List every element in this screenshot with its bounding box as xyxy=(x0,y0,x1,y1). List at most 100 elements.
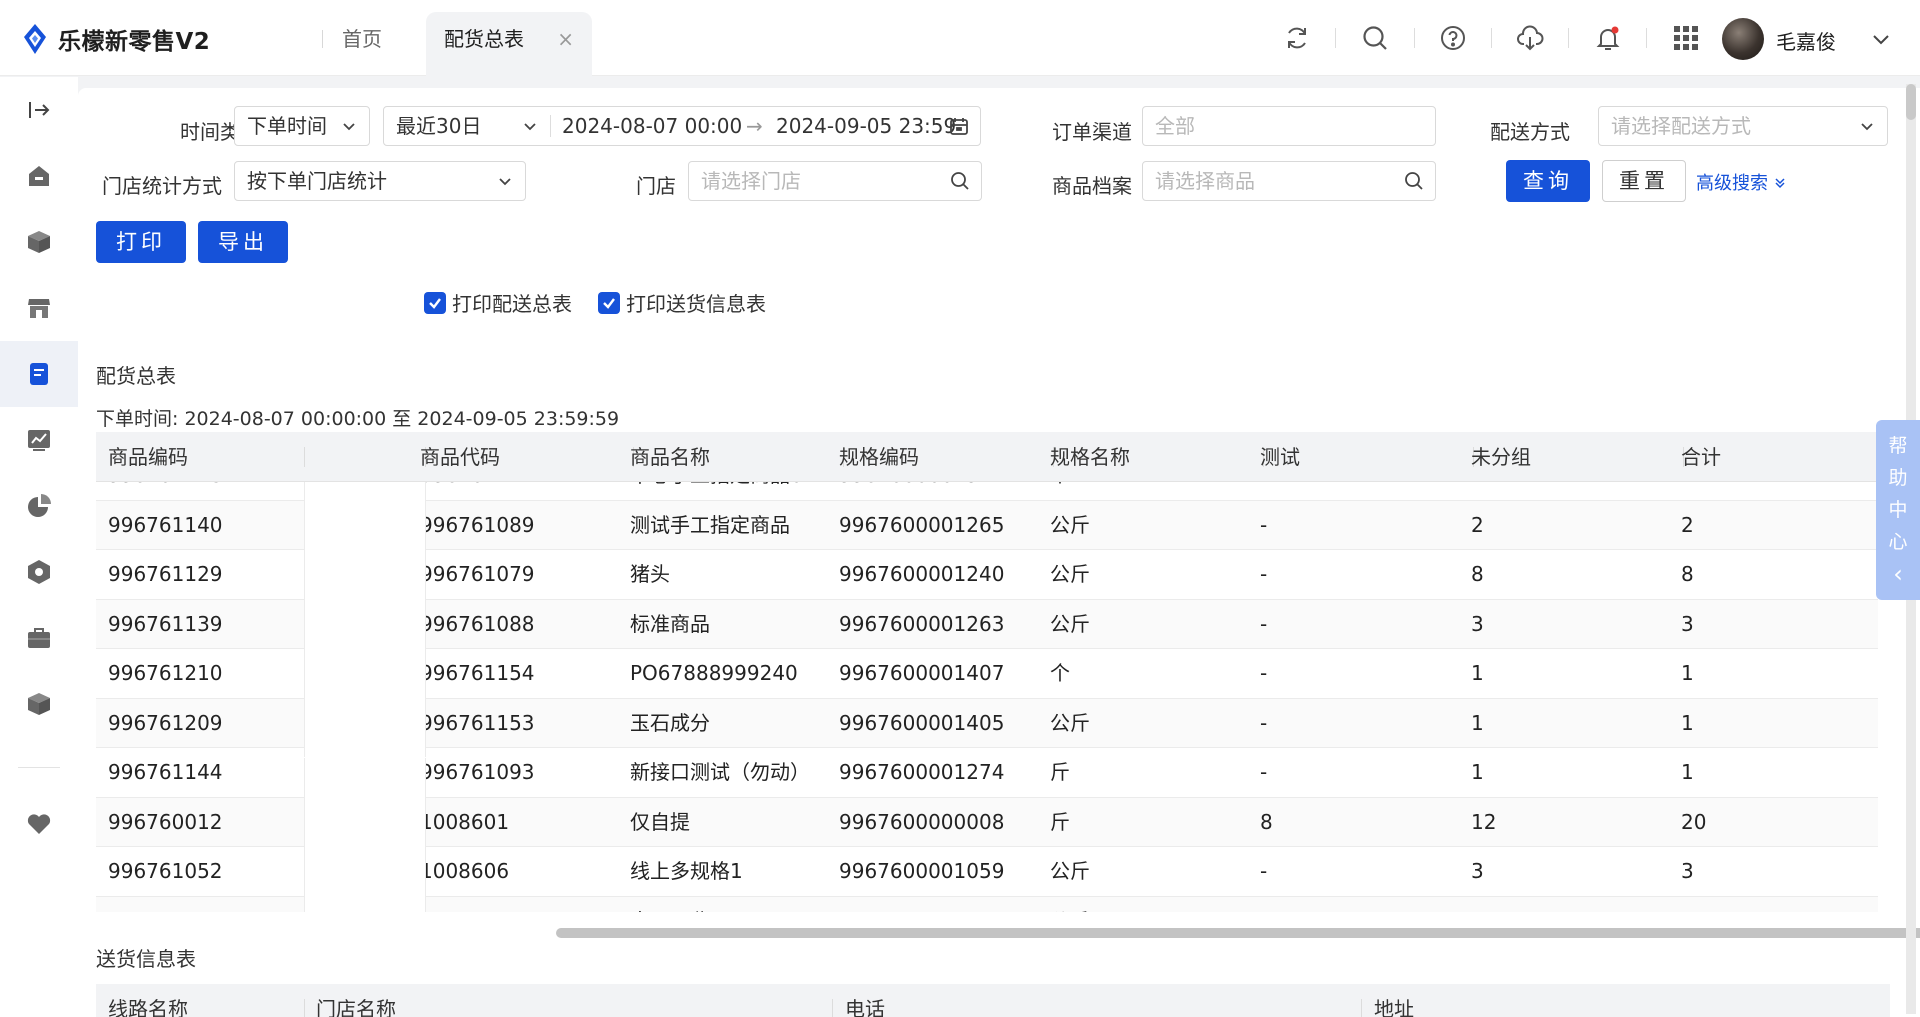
help-center-button[interactable]: 帮 助 中 心 ‹ xyxy=(1876,420,1920,600)
cell-test: 1 xyxy=(1248,897,1458,913)
home-icon[interactable] xyxy=(0,143,78,209)
cell-spec-code: 9967600001274 xyxy=(839,760,1005,784)
store-input[interactable]: 请选择门店 xyxy=(688,161,982,201)
date-arrow: → xyxy=(746,114,763,138)
store-label: 门店 xyxy=(636,174,676,198)
date-start[interactable]: 2024-08-07 00:00 xyxy=(562,107,742,145)
search-icon[interactable] xyxy=(1358,21,1392,55)
cell-spec-code: 9967600001059 xyxy=(839,859,1005,883)
print-button[interactable]: 打印 xyxy=(96,221,186,263)
cell-ungrouped: 1 xyxy=(1471,760,1484,784)
chevron-down-icon[interactable] xyxy=(1868,26,1894,52)
double-chevron-down-icon xyxy=(1775,178,1785,189)
hexagon-icon[interactable] xyxy=(0,539,78,605)
cell-ungrouped: 3 xyxy=(1471,859,1484,883)
cell-spec-name: 斤 xyxy=(1050,760,1070,784)
user-name[interactable]: 毛嘉俊 xyxy=(1776,26,1836,55)
horizontal-scrollbar[interactable] xyxy=(556,928,1920,938)
help-icon[interactable] xyxy=(1436,21,1470,55)
summary-table-body[interactable]: 996761178 996761122中心手工指定商品6 9967600001342… xyxy=(96,482,1878,912)
advanced-search-label: 高级搜索 xyxy=(1696,173,1768,194)
print-delivery-checkbox[interactable]: 打印送货信息表 xyxy=(598,288,766,317)
heart-icon[interactable] xyxy=(0,791,78,857)
store-icon[interactable] xyxy=(0,275,78,341)
cell-test: - xyxy=(1260,710,1268,735)
cell-spec-code: 9967600001265 xyxy=(839,512,1005,537)
print-delivery-label: 打印送货信息表 xyxy=(626,292,766,316)
refresh-icon[interactable] xyxy=(1280,21,1314,55)
tab-separator xyxy=(322,30,323,48)
cell-product-no: 1008601 xyxy=(420,809,510,834)
cloud-download-icon[interactable] xyxy=(1513,21,1547,55)
date-divider xyxy=(550,115,551,137)
merged-cell xyxy=(304,758,426,912)
pie-chart-icon[interactable] xyxy=(0,473,78,539)
tab-distribution-summary[interactable]: 配货总表 × xyxy=(426,12,592,76)
help-char: 中 xyxy=(1888,499,1908,521)
reset-button[interactable]: 重置 xyxy=(1602,160,1686,202)
cube-icon[interactable] xyxy=(0,671,78,737)
col-product-code: 商品编码 xyxy=(108,445,188,469)
cell-spec-name: 斤 xyxy=(1050,809,1070,834)
chevron-left-icon: ‹ xyxy=(1893,560,1903,588)
cell-spec-name: 公斤 xyxy=(1038,897,1248,913)
cell-product-code: 996761129 xyxy=(108,562,223,586)
chevron-down-icon xyxy=(343,123,355,131)
col-phone: 电话 xyxy=(845,997,885,1017)
print-summary-label: 打印配送总表 xyxy=(452,292,572,316)
search-icon[interactable] xyxy=(1403,170,1425,192)
bell-icon[interactable] xyxy=(1591,21,1625,55)
cell-product-no: 996761088 xyxy=(420,611,535,636)
cell-product-code: 996761209 xyxy=(108,710,223,735)
cell-product-no: 996761153 xyxy=(420,710,535,735)
product-input[interactable]: 请选择商品 xyxy=(1142,161,1436,201)
cell-spec-name: 个 xyxy=(1050,661,1070,685)
cell-spec-code: 9967600001240 xyxy=(839,562,1005,586)
time-type-value: 下单时间 xyxy=(247,114,327,138)
cell-ungrouped: 12 xyxy=(1471,809,1497,834)
cell-product-name: 仅自提 xyxy=(630,809,690,834)
channel-select[interactable]: 全部 xyxy=(1142,106,1436,146)
date-range-preset[interactable]: 最近30日 xyxy=(396,114,481,138)
date-range-picker[interactable]: 最近30日 2024-08-07 00:00 → 2024-09-05 23:5… xyxy=(383,106,981,146)
apps-grid-icon[interactable] xyxy=(1669,21,1703,55)
query-button[interactable]: 查询 xyxy=(1506,160,1590,202)
col-test: 测试 xyxy=(1260,445,1300,469)
page-scrollbar-thumb[interactable] xyxy=(1906,84,1916,120)
cell-product-name: 测试手工指定商品 xyxy=(630,512,790,537)
cell-product-code: 996760012 xyxy=(108,809,223,834)
expand-icon[interactable] xyxy=(0,77,78,143)
box-icon[interactable] xyxy=(0,209,78,275)
date-end[interactable]: 2024-09-05 23:59 xyxy=(776,107,956,145)
summary-meta: 下单时间: 2024-08-07 00:00:00 至 2024-09-05 2… xyxy=(96,408,620,430)
col-ungrouped: 未分组 xyxy=(1471,445,1531,469)
col-store-name: 门店名称 xyxy=(316,997,396,1017)
tab-home-label: 首页 xyxy=(342,27,382,51)
toolbar-divider xyxy=(1414,28,1415,48)
delivery-label: 配送方式 xyxy=(1490,120,1570,144)
briefcase-icon[interactable] xyxy=(0,605,78,671)
help-char: 助 xyxy=(1888,467,1908,489)
cell-product-no: 996761089 xyxy=(420,512,535,537)
cell-spec-name: 公斤 xyxy=(1050,710,1090,735)
tab-home[interactable]: 首页 xyxy=(342,12,382,76)
avatar[interactable] xyxy=(1722,18,1764,60)
print-summary-checkbox[interactable]: 打印配送总表 xyxy=(424,288,572,317)
top-bar: 乐檬新零售V2 首页 配货总表 × 毛嘉俊 xyxy=(0,0,1920,76)
cell-total: 3 xyxy=(1681,611,1694,636)
delivery-select[interactable]: 请选择配送方式 xyxy=(1598,106,1888,146)
app-title: 乐檬新零售V2 xyxy=(58,29,211,55)
summary-table: 商品编码 商品代码 商品名称 规格编码 规格名称 测试 未分组 合计 99676… xyxy=(96,432,1878,932)
advanced-search-link[interactable]: 高级搜索 xyxy=(1696,169,1786,195)
cell-spec-code: 9967600001407 xyxy=(839,661,1005,685)
document-icon[interactable] xyxy=(0,341,78,407)
app-logo[interactable]: 乐檬新零售V2 xyxy=(22,22,210,56)
calendar-icon[interactable] xyxy=(948,115,970,137)
tab-close-icon[interactable]: × xyxy=(557,12,574,66)
search-icon[interactable] xyxy=(949,170,971,192)
export-button[interactable]: 导出 xyxy=(198,221,288,263)
chart-icon[interactable] xyxy=(0,407,78,473)
time-type-select[interactable]: 下单时间 xyxy=(234,106,370,146)
col-spec-name: 规格名称 xyxy=(1050,445,1130,469)
store-stat-select[interactable]: 按下单门店统计 xyxy=(234,161,526,201)
